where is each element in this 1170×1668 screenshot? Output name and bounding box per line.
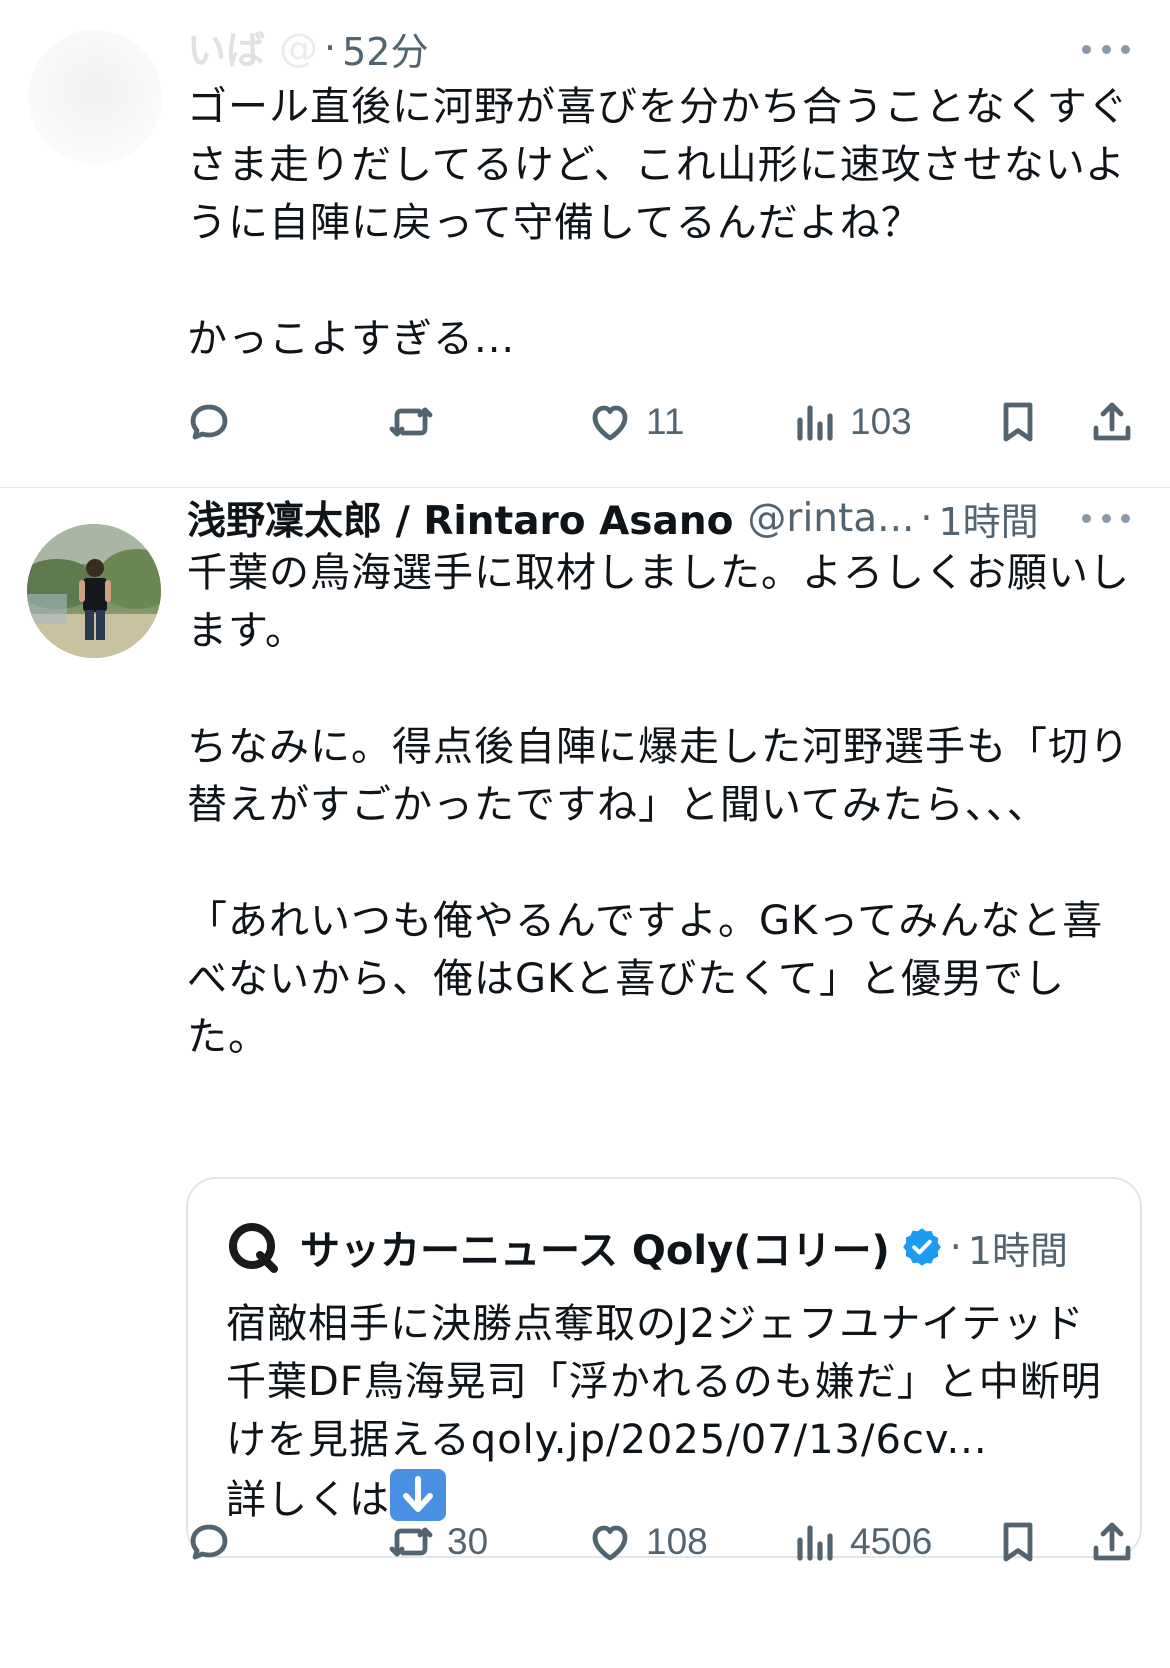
- views-icon: [797, 1525, 833, 1561]
- avatar[interactable]: [28, 30, 162, 164]
- quoted-author-name[interactable]: サッカーニュース Qoly(コリー): [300, 1218, 890, 1276]
- retweet-button[interactable]: [387, 392, 435, 452]
- quoted-tweet-header: サッカーニュース Qoly(コリー) · 1時間: [226, 1215, 1068, 1279]
- tweet-text: 千葉の鳥海選手に取材しました。よろしくお願いします。 ちなみに。得点後自陣に爆走…: [187, 550, 1130, 1060]
- quoted-text-body: 宿敵相手に決勝点奪取のJ2ジェフユナイテッド千葉DF鳥海晃司「浮かれるのも嫌だ」…: [226, 1301, 1102, 1523]
- views-count: 4506: [850, 1521, 933, 1562]
- share-icon: [1093, 402, 1131, 441]
- avatar[interactable]: [27, 524, 161, 658]
- author-name[interactable]: 浅野凜太郎 / Rintaro Asano: [187, 490, 733, 546]
- more-options-icon[interactable]: [1082, 42, 1130, 56]
- share-button[interactable]: [1088, 1512, 1136, 1572]
- more-options-icon[interactable]: [1082, 511, 1130, 525]
- time-separator: ·: [949, 1225, 962, 1269]
- retweet-button[interactable]: 30: [387, 1512, 488, 1572]
- bookmark-icon: [1003, 402, 1033, 442]
- action-bar: 11 103: [0, 392, 1170, 452]
- reply-button[interactable]: [185, 392, 233, 452]
- time-separator: ·: [920, 496, 933, 540]
- reply-icon: [190, 1524, 228, 1560]
- quoted-timestamp[interactable]: 1時間: [968, 1220, 1068, 1275]
- retweet-count: 30: [447, 1521, 489, 1562]
- views-button[interactable]: 103: [790, 392, 912, 452]
- like-button[interactable]: 11: [586, 392, 684, 452]
- tweet-header: いば @ · 52分: [187, 20, 428, 76]
- author-name[interactable]: いば: [187, 20, 265, 76]
- time-separator: ·: [324, 26, 337, 70]
- like-count: 108: [646, 1521, 708, 1562]
- tweet[interactable]: いば @ · 52分 ゴール直後に河野が喜びを分かち合うことなくすぐさま走りだし…: [0, 0, 1170, 488]
- tweet-text: ゴール直後に河野が喜びを分かち合うことなくすぐさま走りだしてるけど、これ山形に速…: [187, 84, 1129, 362]
- qoly-logo-icon[interactable]: [226, 1219, 282, 1275]
- heart-icon: [592, 405, 628, 441]
- heart-icon: [592, 1525, 628, 1561]
- retweet-icon: [389, 407, 433, 437]
- views-button[interactable]: 4506: [790, 1512, 932, 1572]
- timestamp[interactable]: 1時間: [938, 491, 1038, 546]
- bookmark-button[interactable]: [994, 1512, 1042, 1572]
- like-button[interactable]: 108: [586, 1512, 708, 1572]
- bookmark-button[interactable]: [994, 392, 1042, 452]
- reply-icon: [190, 404, 228, 440]
- verified-badge-icon: [902, 1228, 941, 1266]
- author-handle[interactable]: @rinta...: [747, 496, 914, 541]
- reply-button[interactable]: [185, 1512, 233, 1572]
- views-count: 103: [850, 401, 912, 442]
- share-icon: [1093, 1522, 1131, 1561]
- timestamp[interactable]: 52分: [342, 21, 428, 76]
- tweet[interactable]: 浅野凜太郎 / Rintaro Asano @rinta... · 1時間 千葉…: [0, 489, 1170, 1668]
- bookmark-icon: [1003, 1522, 1033, 1562]
- retweet-icon: [389, 1527, 433, 1557]
- like-count: 11: [646, 401, 685, 442]
- action-bar: 30 108 4506: [0, 1512, 1170, 1572]
- views-icon: [797, 405, 833, 441]
- tweet-header: 浅野凜太郎 / Rintaro Asano @rinta... · 1時間: [187, 490, 1039, 546]
- share-button[interactable]: [1088, 392, 1136, 452]
- author-handle[interactable]: @: [279, 26, 318, 71]
